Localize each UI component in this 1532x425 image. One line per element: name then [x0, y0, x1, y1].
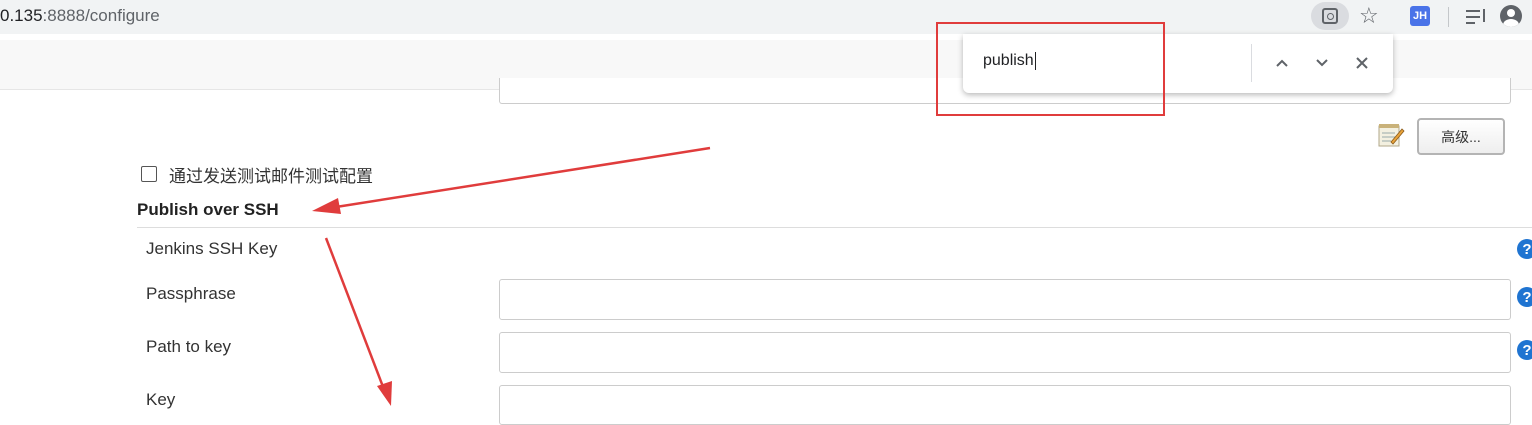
passphrase-input[interactable]	[499, 279, 1511, 320]
chevron-down-icon[interactable]	[1310, 51, 1334, 75]
advanced-button[interactable]: 高级...	[1417, 118, 1505, 155]
browser-toolbar: 0.135:8888/configure ☆ JH	[0, 0, 1532, 34]
chevron-up-icon[interactable]	[1270, 51, 1294, 75]
help-icon[interactable]: ?	[1517, 239, 1532, 259]
annotation-highlight-box	[936, 22, 1165, 116]
close-icon[interactable]	[1350, 51, 1374, 75]
find-in-page-icon[interactable]	[1311, 2, 1349, 30]
jenkins-ssh-key-label: Jenkins SSH Key	[146, 239, 278, 258]
notepad-icon[interactable]	[1377, 122, 1405, 148]
test-email-checkbox-label: 通过发送测试邮件测试配置	[169, 166, 373, 186]
test-email-row: 通过发送测试邮件测试配置	[141, 163, 373, 186]
key-textarea[interactable]	[499, 385, 1511, 425]
key-label: Key	[146, 390, 176, 409]
path-to-key-input[interactable]	[499, 332, 1511, 373]
annotation-arrow-to-key	[324, 237, 392, 406]
test-email-checkbox[interactable]	[141, 166, 157, 182]
path-to-key-label: Path to key	[146, 337, 232, 356]
toolbar-divider	[1448, 7, 1449, 27]
extension-jh-icon[interactable]: JH	[1410, 6, 1430, 26]
bookmark-star-icon[interactable]: ☆	[1359, 3, 1379, 29]
passphrase-label: Passphrase	[146, 284, 236, 303]
help-icon[interactable]: ?	[1517, 287, 1532, 307]
help-icon[interactable]: ?	[1517, 340, 1532, 360]
section-divider	[137, 227, 1532, 228]
url-path: :8888/configure	[42, 6, 160, 25]
media-playlist-icon[interactable]	[1466, 7, 1488, 27]
url-host: 0.135	[0, 6, 43, 25]
profile-avatar-icon[interactable]	[1500, 5, 1522, 27]
find-divider	[1251, 44, 1252, 82]
address-bar[interactable]: 0.135:8888/configure	[0, 6, 160, 26]
section-title-publish-over-ssh: Publish over SSH	[137, 200, 279, 219]
